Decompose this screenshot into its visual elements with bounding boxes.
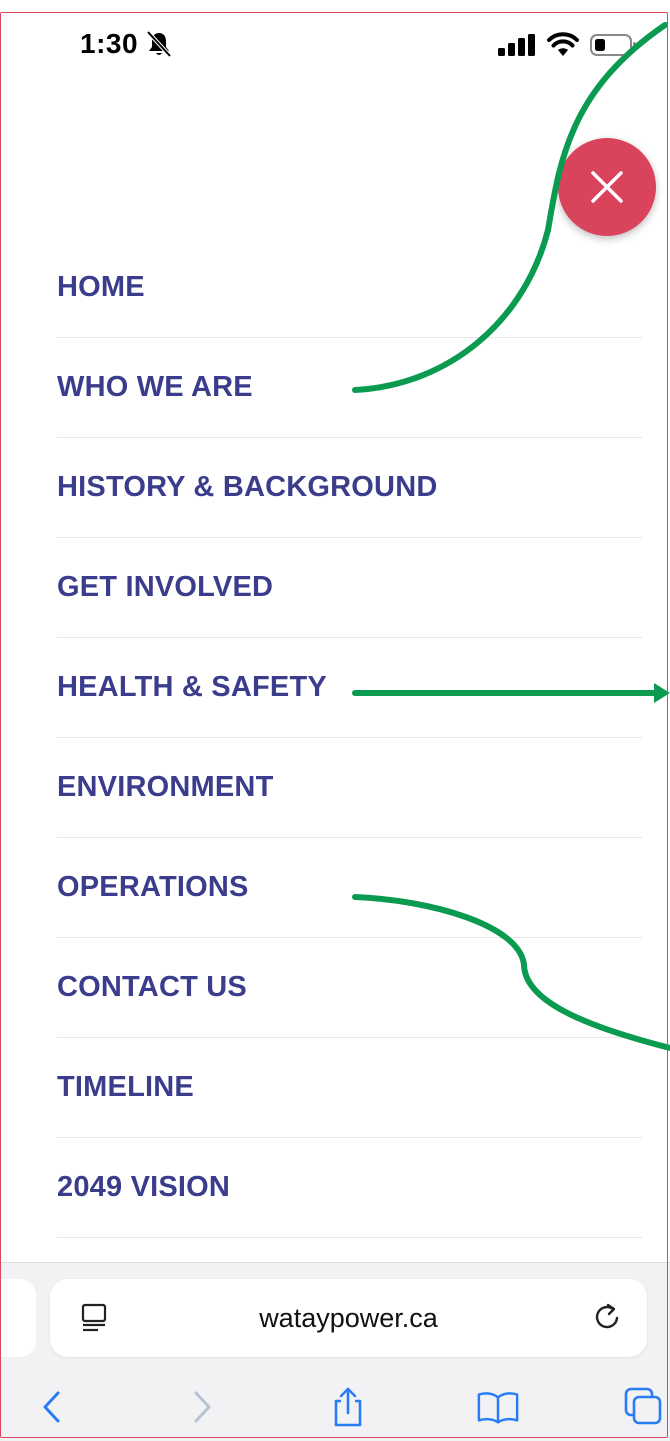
- signal-icon: [498, 34, 535, 56]
- close-icon: [591, 171, 623, 203]
- menu-item-label: OPERATIONS: [57, 871, 249, 903]
- menu-item-who-we-are[interactable]: WHO WE ARE: [57, 338, 642, 438]
- battery-icon: [590, 34, 636, 56]
- menu-item-2049-vision[interactable]: 2049 VISION: [57, 1138, 642, 1238]
- share-button[interactable]: [326, 1385, 370, 1429]
- menu-item-label: HOME: [57, 271, 145, 303]
- browser-toolbar: wataypower.ca: [0, 1262, 670, 1441]
- menu-item-label: GET INVOLVED: [57, 571, 274, 603]
- back-icon: [43, 1391, 60, 1423]
- menu-item-environment[interactable]: ENVIRONMENT: [57, 738, 642, 838]
- menu-item-health-safety[interactable]: HEALTH & SAFETY: [57, 638, 642, 738]
- bookmarks-button[interactable]: [476, 1385, 520, 1429]
- menu-item-label: CONTACT US: [57, 971, 247, 1003]
- reload-icon[interactable]: [591, 1301, 623, 1333]
- bookmarks-icon: [477, 1392, 519, 1424]
- tabs-button[interactable]: [622, 1385, 666, 1429]
- tabs-icon: [624, 1387, 662, 1425]
- annotation-arrow-head: [654, 683, 670, 703]
- address-bar[interactable]: wataypower.ca: [50, 1279, 647, 1357]
- url-text: wataypower.ca: [259, 1303, 438, 1333]
- bell-slash-icon: [146, 30, 172, 58]
- menu-item-label: TIMELINE: [57, 1071, 194, 1103]
- menu-item-operations[interactable]: OPERATIONS: [57, 838, 642, 938]
- menu-item-history-background[interactable]: HISTORY & BACKGROUND: [57, 438, 642, 538]
- wifi-icon: [547, 32, 579, 56]
- menu-item-label: HEALTH & SAFETY: [57, 671, 327, 703]
- nav-menu: HOME WHO WE ARE HISTORY & BACKGROUND GET…: [57, 238, 642, 1238]
- menu-item-label: 2049 VISION: [57, 1171, 231, 1203]
- close-menu-button[interactable]: [558, 138, 656, 236]
- status-time: 1:30: [80, 28, 139, 59]
- back-button[interactable]: [30, 1385, 74, 1429]
- share-icon: [334, 1387, 362, 1427]
- browser-nav-row: [0, 1373, 670, 1433]
- status-bar: 1:30: [0, 14, 670, 74]
- forward-button[interactable]: [180, 1385, 224, 1429]
- menu-item-label: HISTORY & BACKGROUND: [57, 471, 438, 503]
- menu-item-label: ENVIRONMENT: [57, 771, 274, 803]
- menu-item-timeline[interactable]: TIMELINE: [57, 1038, 642, 1138]
- menu-item-contact-us[interactable]: CONTACT US: [57, 938, 642, 1038]
- menu-item-label: WHO WE ARE: [57, 371, 253, 403]
- forward-icon: [194, 1391, 211, 1423]
- menu-item-home[interactable]: HOME: [57, 238, 642, 338]
- previous-tab-preview[interactable]: [0, 1279, 36, 1357]
- menu-item-get-involved[interactable]: GET INVOLVED: [57, 538, 642, 638]
